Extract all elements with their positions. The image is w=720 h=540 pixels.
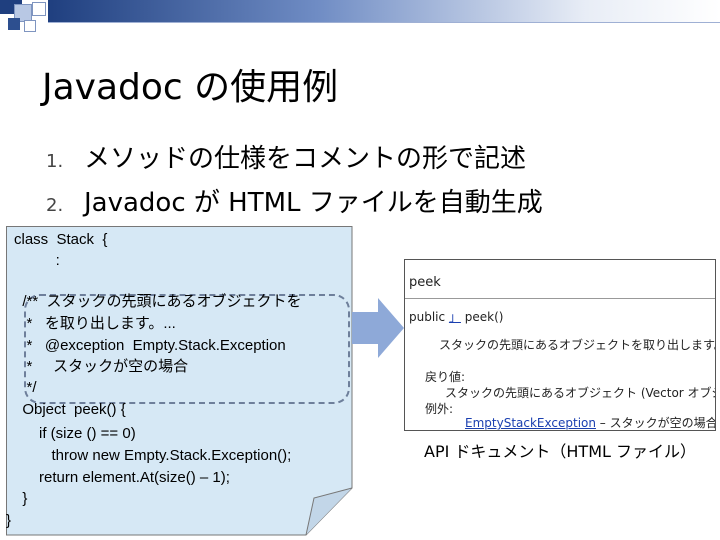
code-line: throw new Empty.Stack.Exception(); xyxy=(14,447,292,464)
header-square-5 xyxy=(24,20,36,32)
code-note: class Stack { : /** スタックの先頭にあるオブジェクトを * … xyxy=(6,226,353,536)
api-signature: public 」 peek() xyxy=(409,308,503,325)
api-description: スタックの先頭にあるオブジェクトを取り出します。この xyxy=(439,338,715,352)
list-text: Javadoc が HTML ファイルを自動生成 xyxy=(84,188,543,218)
code-line: class Stack { xyxy=(14,231,108,248)
code-line: * を取り出します。... xyxy=(14,315,176,332)
api-throws-label: 例外: xyxy=(425,402,454,416)
api-divider xyxy=(405,298,715,299)
list-item: 2. Javadoc が HTML ファイルを自動生成 xyxy=(46,182,543,226)
slide-title: Javadoc の使用例 xyxy=(42,67,339,108)
api-returns-text: スタックの先頭にあるオブジェクト (Vector オブジ xyxy=(445,386,716,400)
api-throws-link[interactable]: EmptyStackException xyxy=(465,416,596,430)
bullet-list: 1. メソッドの仕様をコメントの形で記述 2. Javadoc が HTML ファイ… xyxy=(46,138,543,226)
right-arrow-icon xyxy=(352,298,404,358)
api-signature-method: peek() xyxy=(464,310,504,324)
code-line: Object peek() { xyxy=(14,401,126,418)
list-text: メソッドの仕様をコメントの形で記述 xyxy=(84,144,527,174)
code-line: } xyxy=(6,512,12,529)
api-caption: API ドキュメント（HTML ファイル） xyxy=(424,442,697,461)
code-line: * スタックが空の場合 xyxy=(14,358,189,375)
code-line: * @exception Empty.Stack.Exception xyxy=(14,337,286,354)
api-signature-prefix: public xyxy=(409,310,446,324)
header-square-4 xyxy=(8,18,20,30)
list-number: 2. xyxy=(46,195,64,216)
code-line: if (size () == 0) xyxy=(14,425,136,442)
code-line: : xyxy=(14,252,60,269)
api-throws-text: – スタックが空の場合 xyxy=(595,416,716,430)
api-signature-type-link[interactable]: 」 xyxy=(449,310,461,324)
api-document-preview: peek public 」 peek() スタックの先頭にあるオブジェクトを取り… xyxy=(404,259,716,431)
code-line: return element.At(size() – 1); xyxy=(14,469,230,486)
code-line: } xyxy=(14,490,28,507)
header-gradient-bar xyxy=(48,0,720,22)
api-throws: EmptyStackException – スタックが空の場合 xyxy=(465,414,716,430)
header-square-3 xyxy=(32,2,46,16)
header-divider xyxy=(48,22,720,23)
api-heading: peek xyxy=(409,275,441,290)
code-line: /** スタックの先頭にあるオブジェクトを xyxy=(14,293,302,310)
api-returns-label: 戻り値: xyxy=(425,370,466,384)
list-number: 1. xyxy=(46,151,64,172)
list-item: 1. メソッドの仕様をコメントの形で記述 xyxy=(46,138,543,182)
code-line: */ xyxy=(14,379,37,396)
